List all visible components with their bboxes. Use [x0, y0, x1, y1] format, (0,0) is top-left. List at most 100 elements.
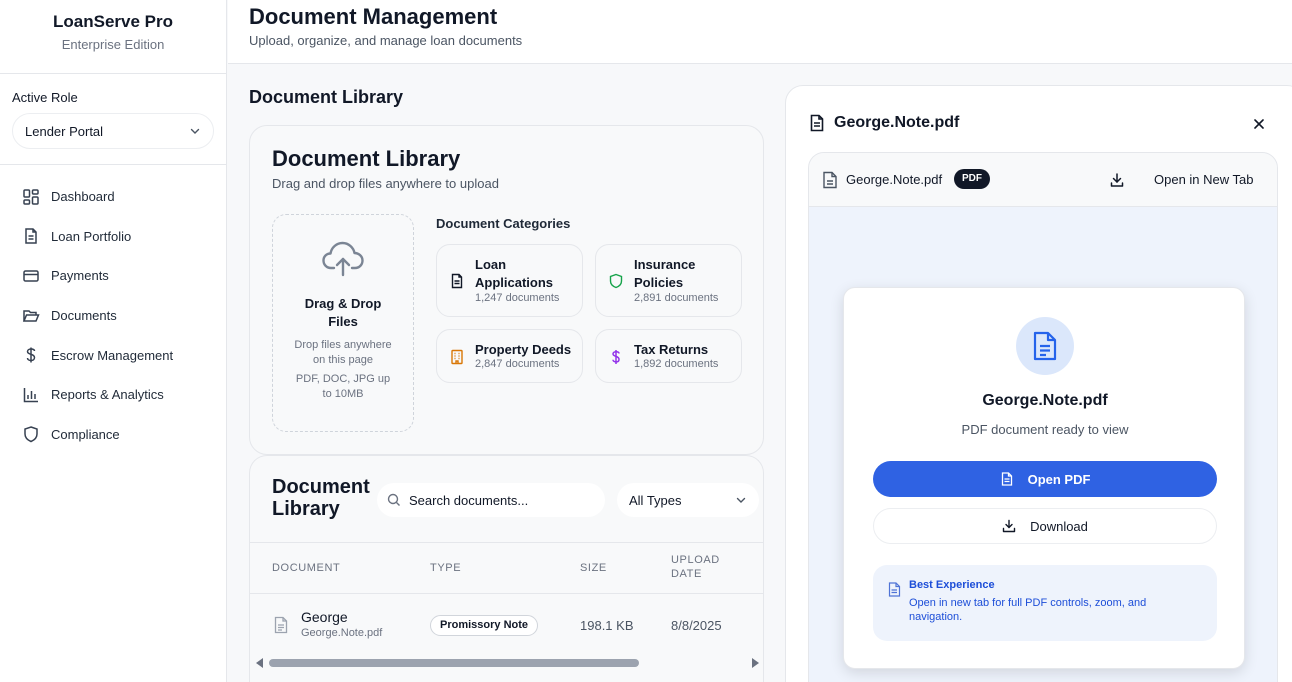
document-badge: [1016, 317, 1074, 375]
column-header-document: DOCUMENT: [272, 562, 341, 574]
sidebar-item-documents[interactable]: Documents: [0, 296, 226, 336]
bar-chart-icon: [23, 387, 38, 403]
category-name: Insurance Policies: [634, 257, 696, 290]
type-filter-value: All Types: [629, 492, 682, 508]
shield-icon: [24, 426, 38, 443]
categories-title: Document Categories: [436, 216, 571, 231]
column-header-type: TYPE: [430, 562, 462, 574]
category-card-loan-applications[interactable]: Loan Applications 1,247 documents: [436, 244, 583, 317]
brand: LoanServe Pro Enterprise Edition: [0, 0, 226, 74]
sidebar: LoanServe Pro Enterprise Edition Active …: [0, 0, 227, 682]
open-in-new-tab-button[interactable]: Open in New Tab: [1154, 172, 1254, 187]
upload-card-subtitle: Drag and drop files anywhere to upload: [272, 176, 499, 191]
category-name: Property Deeds: [475, 342, 572, 357]
category-name: Tax Returns: [634, 342, 709, 357]
column-header-upload-date: UPLOAD DATE: [671, 554, 720, 580]
role-select[interactable]: Lender Portal: [12, 113, 214, 149]
viewer-toolbar: George.Note.pdf PDF Open in New Tab: [809, 153, 1277, 207]
sidebar-item-label: Reports & Analytics: [51, 387, 164, 403]
search-placeholder: Search documents...: [409, 492, 529, 508]
pdf-card-title: George.Note.pdf: [982, 392, 1108, 409]
dollar-icon: [612, 350, 620, 364]
viewer-filename: George.Note.pdf: [846, 172, 943, 187]
dropzone-title: Drag & Drop Files: [304, 296, 382, 329]
app-edition: Enterprise Edition: [61, 37, 165, 52]
document-filename: George.Note.pdf: [301, 627, 383, 639]
folder-open-icon: [22, 309, 40, 322]
download-icon[interactable]: [1109, 172, 1125, 188]
open-pdf-button[interactable]: Open PDF: [873, 461, 1217, 497]
file-icon: [25, 228, 37, 245]
role-label: Active Role: [12, 90, 78, 105]
scroll-left-arrow[interactable]: [256, 658, 263, 668]
scrollbar-thumb[interactable]: [269, 659, 639, 667]
document-icon: [823, 171, 837, 189]
category-card-property-deeds[interactable]: Property Deeds 2,847 documents: [436, 329, 583, 383]
sidebar-item-escrow[interactable]: Escrow Management: [0, 335, 226, 375]
category-count: 1,892 documents: [634, 358, 719, 370]
category-card-insurance-policies[interactable]: Insurance Policies 2,891 documents: [595, 244, 742, 317]
dashboard-icon: [23, 189, 39, 205]
search-input[interactable]: Search documents...: [377, 483, 605, 517]
tip-title: Best Experience: [909, 579, 995, 591]
upload-card-title: Document Library: [272, 146, 461, 171]
preview-header: George.Note.pdf: [808, 114, 959, 132]
sidebar-item-dashboard[interactable]: Dashboard: [0, 177, 226, 217]
sidebar-nav: Dashboard Loan Portfolio Payments Docume…: [0, 165, 226, 454]
table-row[interactable]: George George.Note.pdf Promissory Note 1…: [250, 594, 763, 656]
document-upload-date: 8/8/2025: [671, 618, 722, 633]
page-subtitle: Upload, organize, and manage loan docume…: [249, 33, 523, 48]
credit-card-icon: [23, 270, 39, 282]
category-count: 2,891 documents: [634, 292, 719, 304]
close-icon[interactable]: [1252, 117, 1266, 131]
chevron-down-icon: [736, 497, 746, 503]
table-header: DOCUMENT TYPE SIZE UPLOAD DATE: [250, 542, 763, 594]
tip-box: Best Experience Open in new tab for full…: [873, 565, 1217, 641]
preview-title: George.Note.pdf: [834, 114, 960, 131]
sidebar-item-label: Dashboard: [51, 189, 115, 205]
type-filter-select[interactable]: All Types: [617, 483, 759, 517]
role-section: Active Role Lender Portal: [0, 74, 226, 165]
file-type-badge: PDF: [954, 169, 990, 189]
category-count: 2,847 documents: [475, 358, 560, 370]
library-card: Document Library Search documents... All…: [249, 455, 764, 682]
horizontal-scrollbar[interactable]: [254, 657, 762, 669]
chevron-down-icon: [190, 128, 200, 134]
cloud-upload-icon: [322, 241, 364, 277]
scroll-right-arrow[interactable]: [752, 658, 759, 668]
download-label: Download: [1030, 518, 1088, 534]
search-icon: [387, 493, 400, 506]
open-pdf-label: Open PDF: [1027, 471, 1091, 487]
pdf-ready-card: George.Note.pdf PDF document ready to vi…: [843, 287, 1245, 669]
page-header: Document Management Upload, organize, an…: [228, 0, 1292, 64]
file-dropzone[interactable]: Drag & Drop Files Drop files anywhere on…: [272, 214, 414, 432]
category-card-tax-returns[interactable]: Tax Returns 1,892 documents: [595, 329, 742, 383]
download-button[interactable]: Download: [873, 508, 1217, 544]
sidebar-item-reports[interactable]: Reports & Analytics: [0, 375, 226, 415]
sidebar-item-label: Documents: [51, 308, 117, 324]
sidebar-item-label: Loan Portfolio: [51, 228, 132, 244]
document-icon: [274, 616, 288, 634]
dropzone-description: Drop files anywhere on this page: [294, 339, 392, 366]
building-icon: [451, 349, 463, 365]
document-icon: [1033, 331, 1057, 361]
page-title: Document Management: [249, 4, 498, 29]
library-title: Document Library: [272, 476, 370, 520]
tip-body: Open in new tab for full PDF controls, z…: [909, 597, 1147, 623]
shield-icon: [609, 273, 623, 289]
sidebar-item-payments[interactable]: Payments: [0, 256, 226, 296]
sidebar-item-label: Payments: [51, 268, 109, 284]
pdf-viewer: George.Note.pdf PDF Open in New Tab Geor…: [808, 152, 1278, 682]
sidebar-item-compliance[interactable]: Compliance: [0, 415, 226, 455]
upload-card: Document Library Drag and drop files any…: [249, 125, 764, 455]
document-size: 198.1 KB: [580, 618, 634, 633]
category-count: 1,247 documents: [475, 292, 560, 304]
download-icon: [1002, 519, 1016, 533]
dollar-icon: [26, 347, 36, 363]
document-preview-panel: George.Note.pdf George.Note.pdf PDF Open…: [785, 85, 1292, 682]
dropzone-limits: PDF, DOC, JPG up to 10MB: [295, 373, 391, 400]
sidebar-item-label: Escrow Management: [51, 347, 174, 363]
document-icon: [888, 582, 901, 597]
app-name: LoanServe Pro: [53, 12, 173, 31]
sidebar-item-loan-portfolio[interactable]: Loan Portfolio: [0, 217, 226, 257]
